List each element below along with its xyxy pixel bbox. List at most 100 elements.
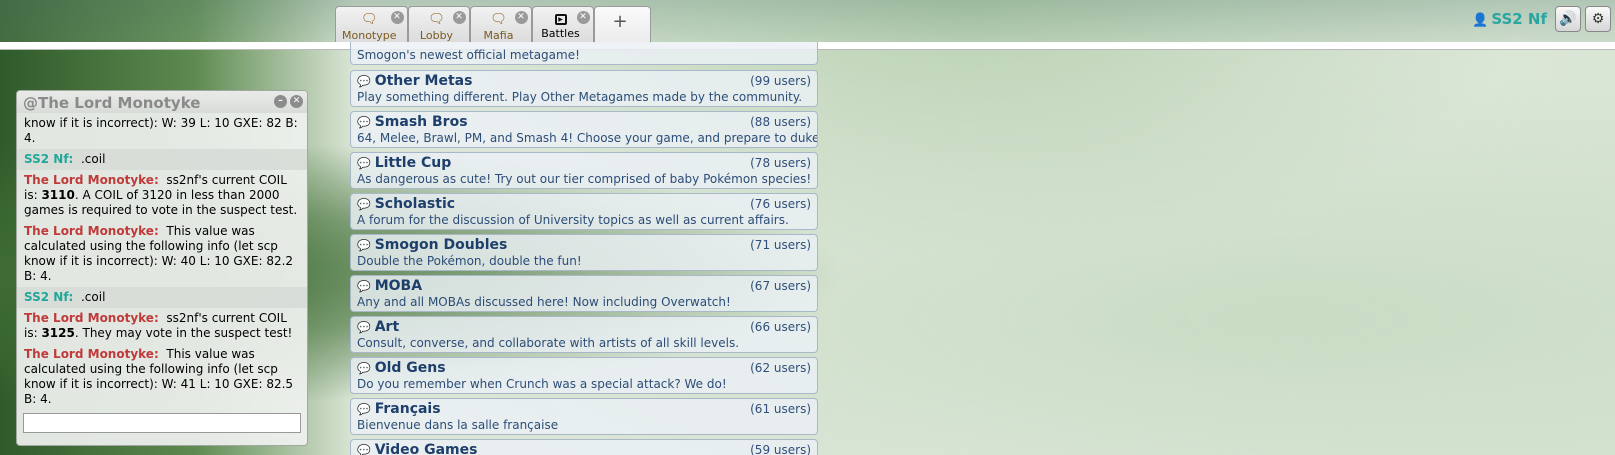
tab-monotype[interactable]: 🗨 Monotype ✕	[335, 6, 408, 42]
chat-bubble-icon: 💬	[357, 321, 371, 334]
chat-message: The Lord Monotyke: ss2nf's current COIL …	[17, 308, 307, 344]
chat-message: The Lord Monotyke: This value was calcul…	[17, 221, 307, 287]
room-name: Little Cup	[374, 155, 452, 171]
private-message-window: @The Lord Monotyke – ✕ know if it is inc…	[16, 90, 308, 446]
room-description: Play something different. Play Other Met…	[357, 90, 803, 104]
room-user-count: (61 users)	[750, 402, 811, 416]
tab-label: Battles	[541, 27, 580, 40]
message-text: .coil	[80, 152, 106, 166]
pm-title[interactable]: @The Lord Monotyke – ✕	[17, 91, 307, 113]
room-name: Scholastic	[374, 196, 456, 212]
chat-bubble-icon: 💬	[357, 362, 371, 375]
room-user-count: (62 users)	[750, 361, 811, 375]
close-icon[interactable]: ✕	[576, 11, 590, 24]
room-item[interactable]: 💬 Little Cup (78 users) As dangerous as c…	[350, 152, 818, 189]
room-user-count: (59 users)	[750, 443, 811, 455]
tab-label: Mafia	[483, 29, 514, 42]
user-icon: 👤	[1472, 13, 1489, 28]
chat-log: know if it is incorrect): W: 39 L: 10 GX…	[17, 113, 307, 405]
tab-battles[interactable]: ▶ Battles ✕	[531, 6, 594, 42]
chat-bubble-icon: 💬	[357, 116, 371, 129]
gear-icon: ⚙	[1591, 11, 1605, 27]
sound-button[interactable]: 🔊	[1555, 6, 1581, 32]
message-username[interactable]: The Lord Monotyke:	[24, 173, 159, 187]
chat-bubbles-icon: 🗨	[490, 12, 507, 27]
room-item[interactable]: 💬 MOBA (67 users) Any and all MOBAs discu…	[350, 275, 818, 312]
top-header	[0, 0, 1615, 42]
close-icon[interactable]: ✕	[514, 11, 528, 24]
room-item[interactable]: 💬 Other Metas (99 users) Play something d…	[350, 70, 818, 107]
tab-label: Lobby	[419, 29, 454, 42]
chat-message: know if it is incorrect): W: 39 L: 10 GX…	[17, 113, 307, 149]
room-description: 64, Melee, Brawl, PM, and Smash 4! Choos…	[357, 131, 818, 145]
room-description: Double the Pokémon, double the fun!	[357, 254, 582, 268]
message-username[interactable]: The Lord Monotyke:	[24, 311, 159, 325]
new-tab-button[interactable]: +	[593, 6, 651, 43]
minimize-icon[interactable]: –	[274, 95, 287, 108]
room-item[interactable]: 💬 Art (66 users) Consult, converse, and c…	[350, 316, 818, 353]
room-description: Smogon's newest official metagame!	[357, 48, 580, 62]
room-user-count: (67 users)	[750, 279, 811, 293]
settings-button[interactable]: ⚙	[1585, 6, 1611, 32]
room-item[interactable]: 💬 Old Gens (62 users) Do you remember whe…	[350, 357, 818, 394]
user-name: SS2 Nf	[1491, 10, 1547, 28]
room-description: Consult, converse, and collaborate with …	[357, 336, 740, 350]
chat-bubbles-icon: 🗨	[360, 12, 378, 27]
close-icon[interactable]: ✕	[390, 11, 404, 24]
chat-bubble-icon: 💬	[357, 157, 371, 170]
coil-value: 3110	[41, 188, 75, 202]
tab-mafia[interactable]: 🗨 Mafia ✕	[469, 6, 532, 42]
pm-message-input[interactable]	[23, 413, 301, 433]
room-user-count: (66 users)	[750, 320, 811, 334]
room-name: Video Games	[374, 442, 478, 455]
chat-bubble-icon: 💬	[357, 239, 371, 252]
room-item[interactable]: 💬 Video Games (59 users)	[350, 439, 818, 455]
chat-bubbles-icon: 🗨	[428, 12, 445, 27]
room-item[interactable]: Smogon's newest official metagame!	[350, 42, 818, 65]
pm-title-text: @The Lord Monotyke	[23, 94, 201, 112]
chat-message: The Lord Monotyke: ss2nf's current COIL …	[17, 170, 307, 221]
chat-bubble-icon: 💬	[357, 75, 371, 88]
room-item[interactable]: 💬 Smogon Doubles (71 users) Double the Po…	[350, 234, 818, 271]
room-item[interactable]: 💬 Français (61 users) Bienvenue dans la s…	[350, 398, 818, 435]
close-icon[interactable]: ✕	[290, 95, 303, 108]
room-tabs: 🗨 Monotype ✕ 🗨 Lobby ✕ 🗨 Mafia ✕ ▶ Battl…	[335, 6, 651, 43]
chat-bubble-icon: 💬	[357, 280, 371, 293]
room-name: Français	[374, 401, 441, 417]
chat-message: The Lord Monotyke: This value was calcul…	[17, 344, 307, 405]
room-description: Do you remember when Crunch was a specia…	[357, 377, 727, 391]
room-user-count: (76 users)	[750, 197, 811, 211]
battles-icon: ▶	[554, 14, 567, 25]
room-user-count: (71 users)	[750, 238, 811, 252]
room-name: Smogon Doubles	[374, 237, 508, 253]
room-description: A forum for the discussion of University…	[357, 213, 789, 227]
user-button[interactable]: 👤 SS2 Nf	[1472, 10, 1547, 28]
room-description: As dangerous as cute! Try out our tier c…	[357, 172, 812, 186]
room-description: Bienvenue dans la salle française	[357, 418, 559, 432]
volume-icon: 🔊	[1559, 11, 1577, 27]
room-description: Any and all MOBAs discussed here! Now in…	[357, 295, 731, 309]
message-username[interactable]: The Lord Monotyke:	[24, 347, 159, 361]
message-text: know if it is incorrect): W: 39 L: 10 GX…	[24, 116, 298, 145]
chat-bubble-icon: 💬	[357, 444, 371, 455]
user-area: 👤 SS2 Nf 🔊 ⚙	[1472, 6, 1615, 32]
room-name: Art	[374, 319, 400, 335]
room-name: Old Gens	[374, 360, 446, 376]
room-item[interactable]: 💬 Scholastic (76 users) A forum for the d…	[350, 193, 818, 230]
room-user-count: (99 users)	[750, 74, 811, 88]
room-list: Smogon's newest official metagame! 💬 Othe…	[350, 42, 818, 455]
tab-lobby[interactable]: 🗨 Lobby ✕	[407, 6, 470, 42]
room-item[interactable]: 💬 Smash Bros (88 users) 64, Melee, Brawl,…	[350, 111, 818, 148]
room-name: Smash Bros	[374, 114, 468, 130]
chat-message: SS2 Nf: .coil	[17, 149, 307, 170]
message-username[interactable]: SS2 Nf:	[24, 152, 73, 166]
message-username[interactable]: The Lord Monotyke:	[24, 224, 159, 238]
chat-bubble-icon: 💬	[357, 403, 371, 416]
room-user-count: (88 users)	[750, 115, 811, 129]
chat-message: SS2 Nf: .coil	[17, 287, 307, 308]
close-icon[interactable]: ✕	[452, 11, 466, 24]
room-name: MOBA	[374, 278, 423, 294]
coil-value: 3125	[41, 326, 75, 340]
message-text-end: . They may vote in the suspect test!	[74, 326, 293, 340]
message-username[interactable]: SS2 Nf:	[24, 290, 73, 304]
